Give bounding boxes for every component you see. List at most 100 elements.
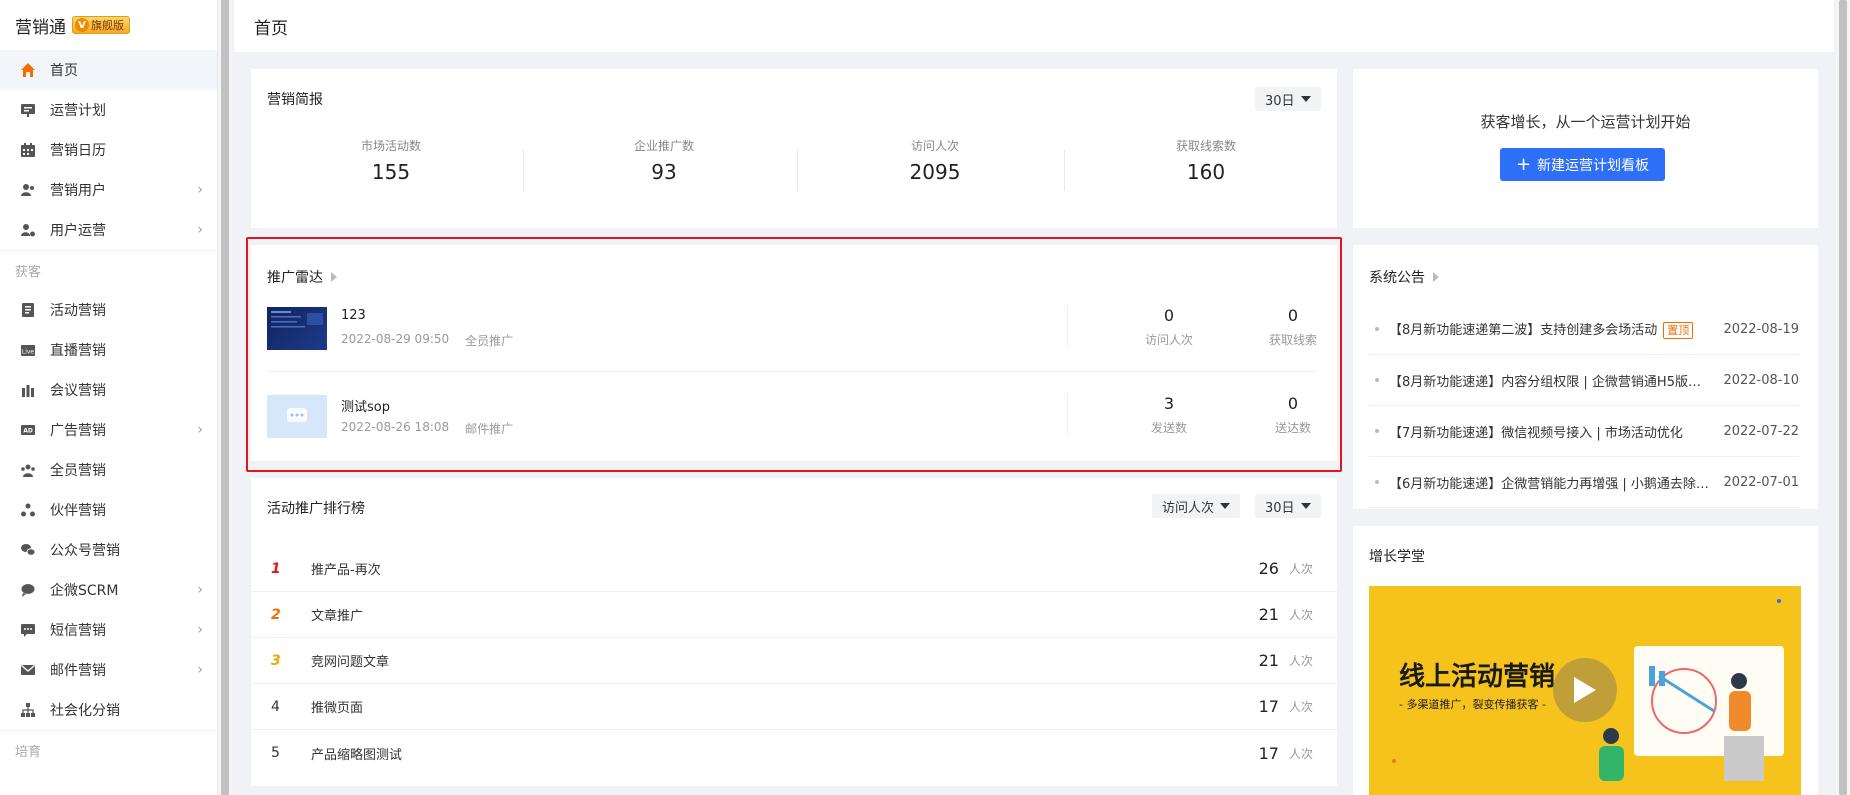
sidebar-item-label: 直播营销 bbox=[50, 343, 106, 359]
sidebar-item-ad[interactable]: AD 广告营销 › bbox=[0, 410, 217, 450]
sidebar-item-label: 用户运营 bbox=[50, 223, 106, 239]
page-scrollbar-thumb[interactable] bbox=[1839, 0, 1847, 795]
ranking-card: 活动推广排行榜 访问人次 30日 1 推产品-再次 26 人次 2 文章推广 2… bbox=[251, 478, 1337, 786]
notices-header[interactable]: 系统公告 bbox=[1369, 267, 1439, 287]
stat-value: 155 bbox=[371, 160, 411, 184]
briefing-range-select[interactable]: 30日 bbox=[1255, 87, 1321, 111]
stat-promotions: 企业推广数 93 bbox=[534, 137, 794, 184]
sidebar-item-home[interactable]: 首页 bbox=[0, 50, 217, 90]
user-gear-icon bbox=[20, 222, 36, 238]
ranking-range-select[interactable]: 30日 bbox=[1255, 494, 1321, 518]
notice-date: 2022-08-19 bbox=[1723, 321, 1799, 337]
stat-value: 160 bbox=[1186, 160, 1226, 184]
divider bbox=[523, 149, 524, 191]
metric-value: 访问人次 bbox=[1162, 500, 1215, 516]
sidebar-item-sms[interactable]: 短信营销 › bbox=[0, 610, 217, 650]
chevron-right-icon: › bbox=[197, 222, 203, 238]
notice-text-wrap: 【8月新功能速递第二波】支持创建多会场活动 置顶 bbox=[1389, 319, 1723, 339]
bullet-icon bbox=[1375, 327, 1379, 331]
sidebar-scrollbar[interactable] bbox=[218, 0, 232, 795]
sidebar-item-distribution[interactable]: 社会化分销 bbox=[0, 690, 217, 730]
sidebar-item-scrm[interactable]: 企微SCRM › bbox=[0, 570, 217, 610]
rank-unit: 人次 bbox=[1288, 654, 1313, 668]
sidebar-item-label: 营销用户 bbox=[50, 183, 106, 199]
sidebar-item-wechat[interactable]: 公众号营销 bbox=[0, 530, 217, 570]
sidebar-item-label: 首页 bbox=[50, 63, 78, 79]
ranking-title: 活动推广排行榜 bbox=[267, 501, 365, 517]
sidebar-scrollbar-thumb[interactable] bbox=[221, 0, 229, 795]
sidebar-item-label: 邮件营销 bbox=[50, 663, 106, 679]
sidebar-item-label: 伙伴营销 bbox=[50, 503, 106, 519]
chevron-right-icon: › bbox=[197, 422, 203, 438]
page-scrollbar[interactable] bbox=[1836, 0, 1850, 795]
play-button[interactable] bbox=[1553, 658, 1617, 722]
meeting-icon bbox=[20, 382, 36, 398]
ranking-row[interactable]: 3 竞网问题文章 21 人次 bbox=[251, 638, 1337, 684]
rank-number: 4 bbox=[271, 698, 280, 715]
rank-number: 1 bbox=[271, 560, 281, 577]
notice-item[interactable]: 【8月新功能速递】内容分组权限 | 企微营销通H5版本 | 关... 2022-… bbox=[1369, 355, 1799, 406]
home-icon bbox=[20, 62, 36, 78]
sidebar-item-all-staff[interactable]: 全员营销 bbox=[0, 450, 217, 490]
academy-banner[interactable]: 线上活动营销 - 多渠道推广，裂变传播获客 - bbox=[1369, 586, 1801, 795]
ranking-metric-select[interactable]: 访问人次 bbox=[1152, 494, 1241, 518]
edition-badge: V 旗舰版 bbox=[72, 16, 130, 34]
ranking-row[interactable]: 4 推微页面 17 人次 bbox=[251, 684, 1337, 730]
edition-label: 旗舰版 bbox=[91, 19, 124, 32]
sidebar-group-acquire: 获客 bbox=[0, 250, 217, 290]
ranking-row[interactable]: 5 产品缩略图测试 17 人次 bbox=[251, 730, 1337, 776]
notice-text: 【6月新功能速递】企微营销能力再增强 | 小鹅通去除SDK... bbox=[1389, 476, 1724, 492]
sidebar-item-meeting[interactable]: 会议营销 bbox=[0, 370, 217, 410]
rank-value: 21 bbox=[1258, 651, 1279, 670]
highlight-box bbox=[246, 237, 1342, 472]
new-plan-button[interactable]: + 新建运营计划看板 bbox=[1500, 148, 1665, 181]
sidebar-item-activity[interactable]: 活动营销 bbox=[0, 290, 217, 330]
divider bbox=[1064, 149, 1065, 191]
plus-icon: + bbox=[1515, 153, 1532, 175]
sidebar-item-mail[interactable]: 邮件营销 › bbox=[0, 650, 217, 690]
chat-icon bbox=[20, 582, 36, 598]
sidebar-item-label: 营销日历 bbox=[50, 143, 106, 159]
range-value: 30日 bbox=[1265, 500, 1295, 516]
rank-name: 竞网问题文章 bbox=[311, 655, 390, 670]
rank-unit: 人次 bbox=[1288, 608, 1313, 622]
brand[interactable]: 营销通 V 旗舰版 bbox=[0, 0, 217, 50]
chevron-right-icon: › bbox=[197, 662, 203, 678]
stat-label: 获取线索数 bbox=[1175, 139, 1236, 153]
sidebar-item-users[interactable]: 营销用户 › bbox=[0, 170, 217, 210]
range-value: 30日 bbox=[1265, 93, 1295, 109]
notice-date: 2022-07-22 bbox=[1723, 423, 1799, 439]
new-plan-label: 新建运营计划看板 bbox=[1537, 157, 1650, 174]
doc-icon bbox=[20, 302, 36, 318]
sidebar-item-plan[interactable]: 运营计划 bbox=[0, 90, 217, 130]
team-icon bbox=[20, 462, 36, 478]
stat-value: 2095 bbox=[909, 160, 961, 184]
stat-label: 市场活动数 bbox=[360, 139, 421, 153]
chevron-right-icon: › bbox=[197, 582, 203, 598]
notices-card: 系统公告 【8月新功能速递第二波】支持创建多会场活动 置顶 2022-08-19 … bbox=[1353, 245, 1818, 509]
rank-value: 17 bbox=[1258, 697, 1279, 716]
bullet-icon bbox=[1375, 378, 1379, 382]
wechat-icon bbox=[20, 542, 36, 558]
plan-icon bbox=[20, 102, 36, 118]
sidebar-item-label: 社会化分销 bbox=[50, 703, 120, 719]
ranking-row[interactable]: 1 推产品-再次 26 人次 bbox=[251, 546, 1337, 592]
stat-visits: 访问人次 2095 bbox=[805, 137, 1065, 184]
notice-item[interactable]: 【8月新功能速递第二波】支持创建多会场活动 置顶 2022-08-19 bbox=[1369, 304, 1799, 355]
notice-date: 2022-08-10 bbox=[1723, 372, 1799, 388]
divider bbox=[797, 149, 798, 191]
chevron-right-icon: › bbox=[197, 182, 203, 198]
bullet-icon bbox=[1375, 480, 1379, 484]
sidebar-item-user-ops[interactable]: 用户运营 › bbox=[0, 210, 217, 250]
ranking-row[interactable]: 2 文章推广 21 人次 bbox=[251, 592, 1337, 638]
sidebar-item-partner[interactable]: 伙伴营销 bbox=[0, 490, 217, 530]
rank-value: 21 bbox=[1258, 605, 1279, 624]
sidebar-item-live[interactable]: Live 直播营销 bbox=[0, 330, 217, 370]
sidebar-item-calendar[interactable]: 营销日历 bbox=[0, 130, 217, 170]
notice-item[interactable]: 【7月新功能速递】微信视频号接入 | 市场活动优化 2022-07-22 bbox=[1369, 406, 1799, 457]
partner-icon bbox=[20, 502, 36, 518]
notice-item[interactable]: 【6月新功能速递】企微营销能力再增强 | 小鹅通去除SDK... 2022-07… bbox=[1369, 457, 1799, 508]
vip-icon: V bbox=[75, 18, 89, 32]
sidebar-item-label: 全员营销 bbox=[50, 463, 106, 479]
growth-card: 获客增长，从一个运营计划开始 + 新建运营计划看板 bbox=[1353, 69, 1818, 228]
